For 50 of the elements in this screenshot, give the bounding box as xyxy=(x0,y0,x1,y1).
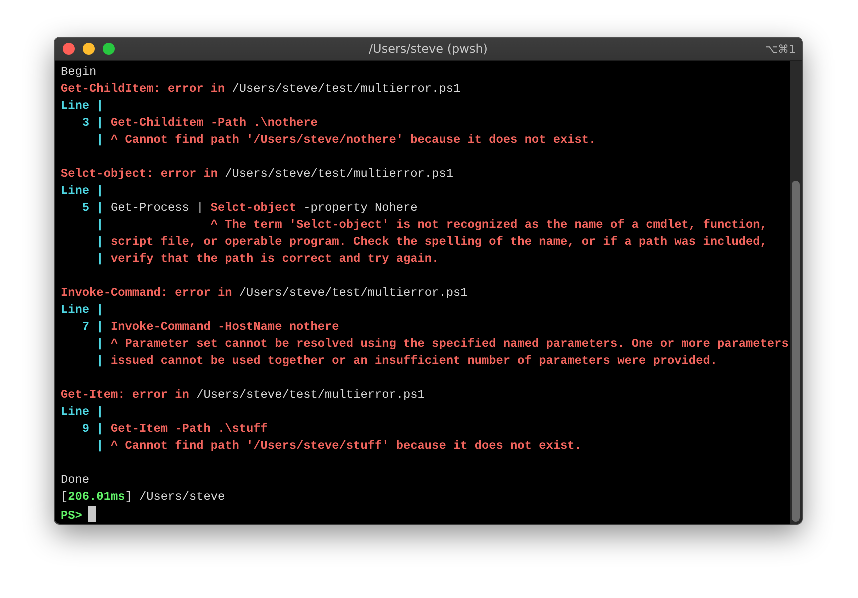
scrollbar-track[interactable] xyxy=(790,61,802,524)
prompt-text: 206.01ms xyxy=(68,490,126,504)
line-gutter: | xyxy=(96,133,105,147)
maximize-icon[interactable] xyxy=(103,43,115,55)
line-gutter: 5 | xyxy=(81,201,105,215)
line-gutter: | xyxy=(96,218,105,232)
error-text: ^ The term 'Selct-object' is not recognized as the name of a cmdlet, function, xyxy=(210,218,768,232)
output-text: Done xyxy=(61,473,90,487)
line-gutter: 3 | xyxy=(81,116,105,130)
prompt-text: PS> xyxy=(61,509,82,523)
error-text: Invoke-Command: error in xyxy=(61,286,234,300)
line-gutter: 7 | xyxy=(81,320,105,334)
window-title: /Users/steve (pwsh) xyxy=(369,42,488,56)
output-text: ] /Users/steve xyxy=(125,490,226,504)
error-text: Get-ChildItem: error in xyxy=(61,82,226,96)
line-gutter: Line | xyxy=(61,303,104,317)
line-gutter: | xyxy=(96,252,105,266)
line-gutter: | xyxy=(96,337,105,351)
scrollbar-thumb[interactable] xyxy=(792,181,800,522)
line-gutter: 9 | xyxy=(81,422,105,436)
line-gutter: | xyxy=(96,354,105,368)
line-gutter: Line | xyxy=(61,405,104,419)
output-text: Begin xyxy=(61,65,97,79)
file-path: /Users/steve/test/multierror.ps1 xyxy=(232,82,461,96)
shortcut-label: ⌥⌘1 xyxy=(765,42,797,56)
error-text: ^ Parameter set cannot be resolved using the specified named parameters. One or more parameters xyxy=(110,337,789,351)
minimize-icon[interactable] xyxy=(83,43,95,55)
close-icon[interactable] xyxy=(63,43,75,55)
error-text: ^ Cannot find path '/Users/steve/stuff' because it does not exist. xyxy=(110,439,582,453)
error-text: Selct-object xyxy=(210,201,296,215)
file-path: /Users/steve/test/multierror.ps1 xyxy=(196,388,425,402)
line-gutter: Line | xyxy=(61,184,104,198)
error-text: Get-Item -Path .\stuff xyxy=(110,422,268,436)
line-gutter: Line | xyxy=(61,99,104,113)
code-text: -property Nohere xyxy=(302,201,418,215)
line-gutter: | xyxy=(96,235,105,249)
error-text: verify that the path is correct and try again. xyxy=(110,252,440,266)
error-text: Get-Childitem -Path .\nothere xyxy=(110,116,318,130)
output-text: [ xyxy=(61,490,68,504)
line-gutter: | xyxy=(96,439,105,453)
error-text: script file, or operable program. Check the spelling of the name, or if a path was included, xyxy=(110,235,768,249)
error-text: Get-Item: error in xyxy=(61,388,190,402)
error-text: Invoke-Command -HostName nothere xyxy=(110,320,340,334)
text-cursor xyxy=(88,506,96,522)
file-path: /Users/steve/test/multierror.ps1 xyxy=(239,286,468,300)
file-path: /Users/steve/test/multierror.ps1 xyxy=(225,167,454,181)
error-text: ^ Cannot find path '/Users/steve/nothere' because it does not exist. xyxy=(110,133,596,147)
error-text: issued cannot be used together or an insufficient number of parameters were provided. xyxy=(110,354,718,368)
error-text: Selct-object: error in xyxy=(61,167,219,181)
code-text: Get-Process | xyxy=(110,201,205,215)
